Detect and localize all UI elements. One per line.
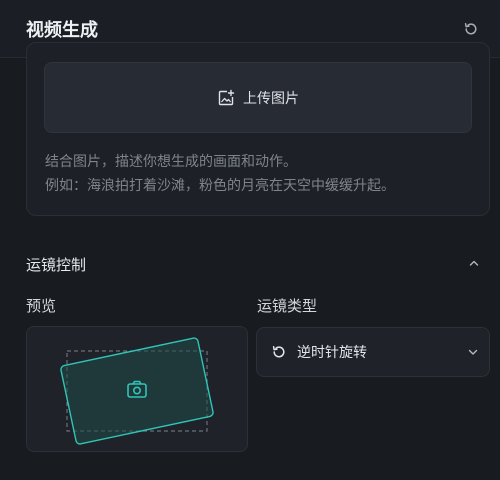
upload-image-button[interactable]: 上传图片 [44,62,472,133]
refresh-icon [464,23,477,35]
page-title: 视频生成 [26,20,98,41]
image-add-icon [218,89,235,105]
prompt-placeholder[interactable]: 结合图片，描述你想生成的画面和动作。 例如：海浪拍打着沙滩，粉色的月亮在天空中缓… [45,150,485,198]
chevron-up-icon [469,260,479,266]
camera-control-title: 运镜控制 [26,256,87,274]
camera-type-select[interactable]: 逆时针旋转 [256,327,490,377]
placeholder-line-1: 结合图片，描述你想生成的画面和动作。 [45,154,297,170]
video-generation-panel: 视频生成 上传图片 结合图片，描述你想生成的画面和动作。 例如：海浪拍打着沙滩，… [0,0,500,480]
reset-button[interactable] [460,18,482,40]
collapse-section-button[interactable] [466,255,482,271]
preview-label: 预览 [26,297,57,315]
upload-label: 上传图片 [243,90,299,107]
chevron-down-icon [468,349,478,355]
rotation-preview-graphic [60,337,214,445]
camera-preview [26,326,248,452]
placeholder-line-2: 例如：海浪拍打着沙滩，粉色的月亮在天空中缓缓升起。 [45,178,395,194]
rotate-ccw-icon [272,346,285,358]
selected-camera-type: 逆时针旋转 [297,345,367,361]
camera-type-label: 运镜类型 [257,297,318,315]
